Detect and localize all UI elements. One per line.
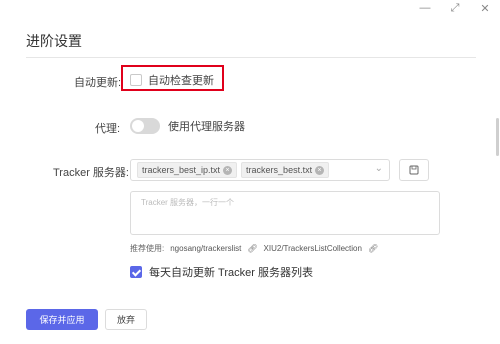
recommend-link-ngosang[interactable]: ngosang/trackerslist: [170, 244, 241, 253]
save-apply-button[interactable]: 保存并应用: [26, 309, 98, 330]
page-title: 进阶设置: [26, 33, 82, 49]
daily-update-checkbox[interactable]: [130, 266, 142, 278]
proxy-option: 使用代理服务器: [130, 118, 245, 134]
minimize-button[interactable]: —: [410, 0, 440, 16]
auto-update-option[interactable]: 自动检查更新: [130, 72, 214, 88]
link-icon: 🔗︎: [367, 244, 379, 253]
tracker-tag: trackers_best.txt ×: [241, 162, 330, 178]
restore-button[interactable]: ⤢: [440, 0, 470, 16]
auto-update-checkbox[interactable]: [130, 74, 142, 86]
window-controls: — ⤢ ✕: [410, 0, 500, 16]
tracker-tag-label: trackers_best_ip.txt: [142, 165, 221, 175]
daily-update-option[interactable]: 每天自动更新 Tracker 服务器列表: [130, 264, 313, 280]
tracker-select[interactable]: trackers_best_ip.txt × trackers_best.txt…: [130, 159, 390, 181]
tag-remove-icon[interactable]: ×: [223, 165, 233, 175]
recommend-link-xiu2[interactable]: XIU2/TrackersListCollection: [264, 244, 362, 253]
recommend-row: 推荐使用: ngosang/trackerslist 🔗︎ XIU2/Track…: [130, 243, 378, 254]
tracker-tag: trackers_best_ip.txt ×: [137, 162, 238, 178]
close-button[interactable]: ✕: [470, 0, 500, 16]
tracker-tag-label: trackers_best.txt: [246, 165, 313, 175]
proxy-toggle-label: 使用代理服务器: [168, 121, 245, 133]
proxy-label: 代理:: [95, 123, 121, 135]
auto-update-label: 自动更新:: [74, 77, 122, 89]
tag-remove-icon[interactable]: ×: [315, 165, 325, 175]
tracker-label: Tracker 服务器:: [53, 167, 129, 179]
chevron-down-icon[interactable]: ⌄: [375, 163, 383, 174]
save-tracker-button[interactable]: [399, 159, 429, 181]
tracker-textarea[interactable]: Tracker 服务器，一行一个: [130, 191, 440, 235]
proxy-toggle[interactable]: [130, 118, 160, 134]
title-divider: [26, 57, 476, 58]
recommend-prefix: 推荐使用:: [130, 244, 165, 253]
save-icon: [409, 165, 419, 175]
discard-button[interactable]: 放弃: [105, 309, 147, 330]
scrollbar-thumb[interactable]: [496, 118, 499, 156]
link-icon: 🔗︎: [247, 244, 258, 253]
auto-update-checkbox-label: 自动检查更新: [148, 75, 214, 87]
daily-update-label: 每天自动更新 Tracker 服务器列表: [149, 267, 313, 279]
